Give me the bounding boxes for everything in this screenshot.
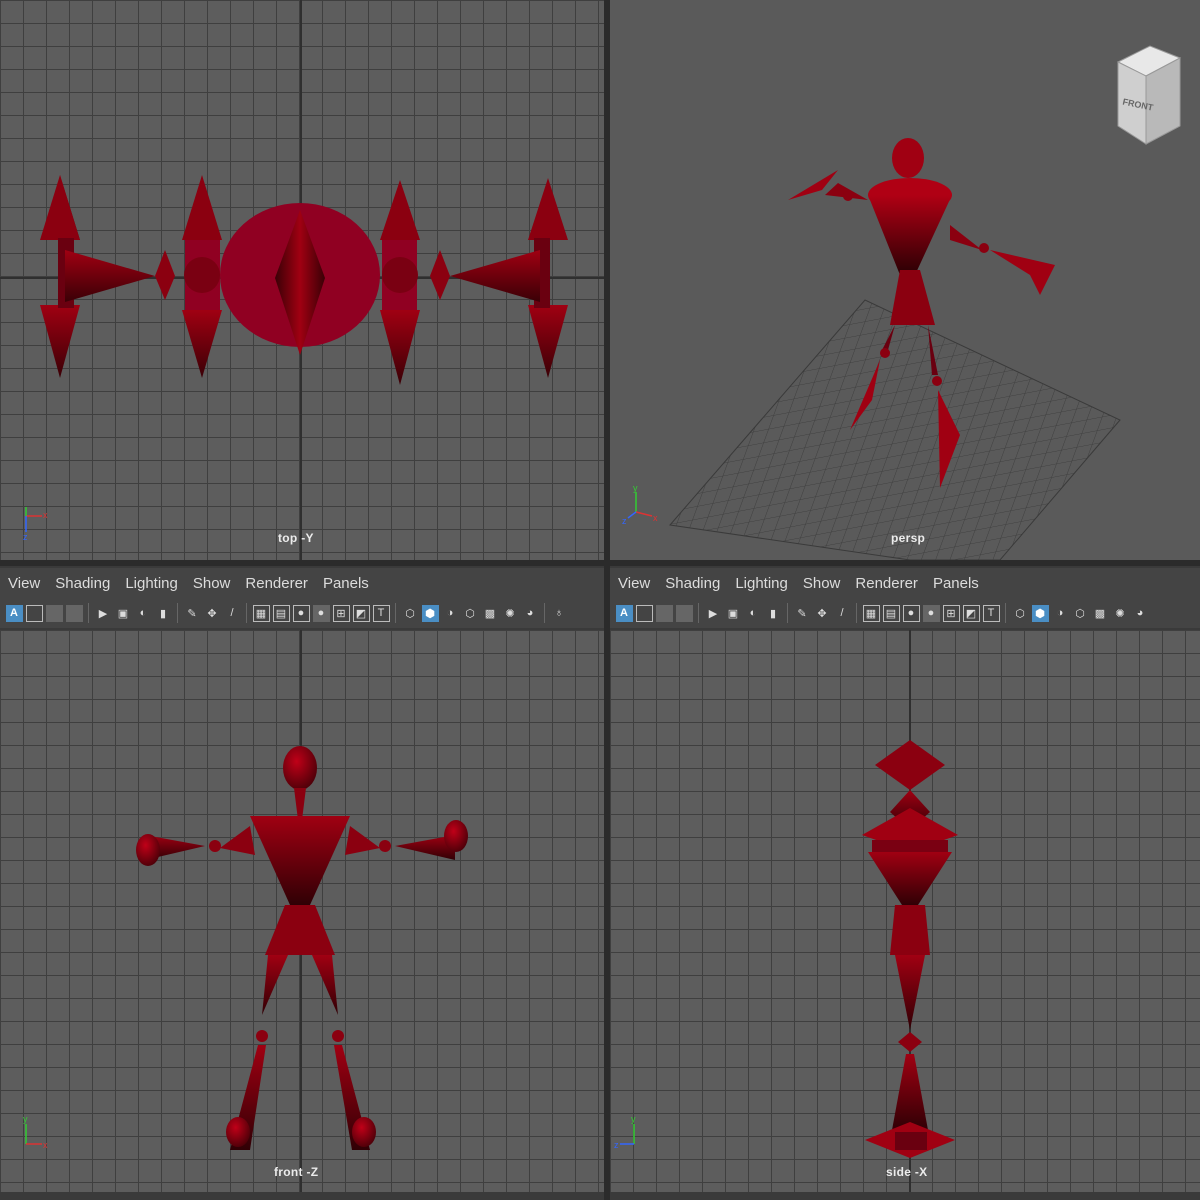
menu-renderer[interactable]: Renderer [245,575,308,592]
wireframe-icon[interactable]: ⬡ [1012,605,1029,622]
grid-icon[interactable]: ▦ [252,604,270,622]
textures-icon[interactable]: ▩ [482,605,499,622]
menu-panels[interactable]: Panels [933,575,979,592]
safe-action-icon[interactable]: ◩ [352,604,370,622]
svg-text:y: y [23,1114,28,1124]
rig-top-view[interactable] [0,0,604,560]
smooth-shade-icon[interactable]: ⬢ [421,604,439,622]
camera-attributes-icon[interactable] [25,604,43,622]
lock-icon[interactable]: ▣ [725,605,742,622]
axis-gizmo: y x z [622,484,658,524]
resolution-gate-icon[interactable]: ● [902,604,920,622]
rig-side-view[interactable] [610,630,1200,1192]
menu-show[interactable]: Show [193,575,231,592]
axis-gizmo: y x [23,1114,48,1150]
menu-view[interactable]: View [8,575,40,592]
select-camera-icon[interactable]: A [5,604,23,622]
camera-icon[interactable]: ▶ [95,605,112,622]
gate-mask-icon[interactable]: ● [922,604,940,622]
grid-icon[interactable]: ▦ [862,604,880,622]
svg-text:x: x [43,510,48,520]
viewport-top[interactable]: x z top -Y [0,0,604,560]
default-material-icon[interactable]: ◑ [442,605,459,622]
safe-title-icon[interactable]: T [372,604,390,622]
xray-icon[interactable]: ⬡ [462,605,479,622]
camera-icon[interactable]: ▶ [705,605,722,622]
brush-icon[interactable]: / [834,605,851,622]
field-chart-icon[interactable]: ⊞ [332,604,350,622]
brush-icon[interactable]: / [224,605,241,622]
shadows-icon[interactable]: ◕ [522,605,539,622]
film-gate-icon[interactable]: ▤ [882,604,900,622]
svg-text:x: x [43,1140,48,1150]
menu-shading[interactable]: Shading [665,575,720,592]
shadows-icon[interactable]: ◕ [1132,605,1149,622]
viewport-side[interactable]: y z side -X [610,630,1200,1192]
axis-gizmo: y z [614,1114,636,1150]
svg-text:x: x [653,513,658,523]
panel-menubar-left: View Shading Lighting Show Renderer Pane… [0,568,604,598]
axis-gizmo: x z [23,507,48,542]
image-plane-icon[interactable] [675,604,693,622]
viewport-divider-horizontal[interactable] [0,560,1200,566]
viewport-label: top -Y [278,531,314,545]
menu-lighting[interactable]: Lighting [735,575,788,592]
svg-text:z: z [614,1140,619,1150]
panel-toolbar-right: A ▶ ▣ ◐ ▮ ✎ ✥ / ▦ ▤ ● ● ⊞ ◩ T ⬡ ⬢ ◑ ⬡ ▩ … [610,598,1200,628]
viewport-persp[interactable]: FRONT y x z persp [610,0,1200,560]
transform-icon[interactable]: ✥ [204,605,221,622]
transform-icon[interactable]: ✥ [814,605,831,622]
menu-shading[interactable]: Shading [55,575,110,592]
menu-view[interactable]: View [618,575,650,592]
field-chart-icon[interactable]: ⊞ [942,604,960,622]
resolution-gate-icon[interactable]: ● [292,604,310,622]
camera-attributes-icon[interactable] [635,604,653,622]
menu-lighting[interactable]: Lighting [125,575,178,592]
bookmark-icon[interactable]: ▮ [155,605,172,622]
image-plane-icon[interactable] [65,604,83,622]
select-camera-icon[interactable]: A [615,604,633,622]
bookmark-icon[interactable] [655,604,673,622]
lock-icon[interactable]: ▣ [115,605,132,622]
svg-text:z: z [23,532,28,542]
pen-icon[interactable]: ✎ [794,605,811,622]
textures-icon[interactable]: ▩ [1092,605,1109,622]
svg-text:y: y [631,1114,636,1124]
film-gate-icon[interactable]: ▤ [272,604,290,622]
default-material-icon[interactable]: ◑ [1052,605,1069,622]
camera-move-icon[interactable]: ◐ [745,605,762,622]
lights-icon[interactable]: ✺ [1112,605,1129,622]
bookmark-icon[interactable]: ▮ [765,605,782,622]
xray-icon[interactable]: ⬡ [1072,605,1089,622]
menu-panels[interactable]: Panels [323,575,369,592]
menu-renderer[interactable]: Renderer [855,575,918,592]
bookmark-icon[interactable] [45,604,63,622]
svg-text:y: y [633,484,638,493]
gate-mask-icon[interactable]: ● [312,604,330,622]
viewport-label: front -Z [274,1165,319,1179]
pen-icon[interactable]: ✎ [184,605,201,622]
rig-front-view[interactable] [0,630,604,1192]
svg-text:z: z [622,516,627,524]
panel-toolbar-left: A ▶ ▣ ◐ ▮ ✎ ✥ / ▦ ▤ ● ● ⊞ ◩ T ⬡ ⬢ ◑ ⬡ ▩ … [0,598,604,628]
menu-show[interactable]: Show [803,575,841,592]
viewport-label: persp [891,531,926,545]
view-cube[interactable]: FRONT [1112,36,1184,148]
safe-action-icon[interactable]: ◩ [962,604,980,622]
panel-menubar-right: View Shading Lighting Show Renderer Pane… [610,568,1200,598]
lights-icon[interactable]: ✺ [502,605,519,622]
smooth-shade-icon[interactable]: ⬢ [1031,604,1049,622]
isolate-icon[interactable]: ♁ [551,605,568,622]
wireframe-icon[interactable]: ⬡ [402,605,419,622]
camera-move-icon[interactable]: ◐ [135,605,152,622]
safe-title-icon[interactable]: T [982,604,1000,622]
viewport-front[interactable]: y x front -Z [0,630,604,1192]
viewport-label: side -X [886,1165,928,1179]
